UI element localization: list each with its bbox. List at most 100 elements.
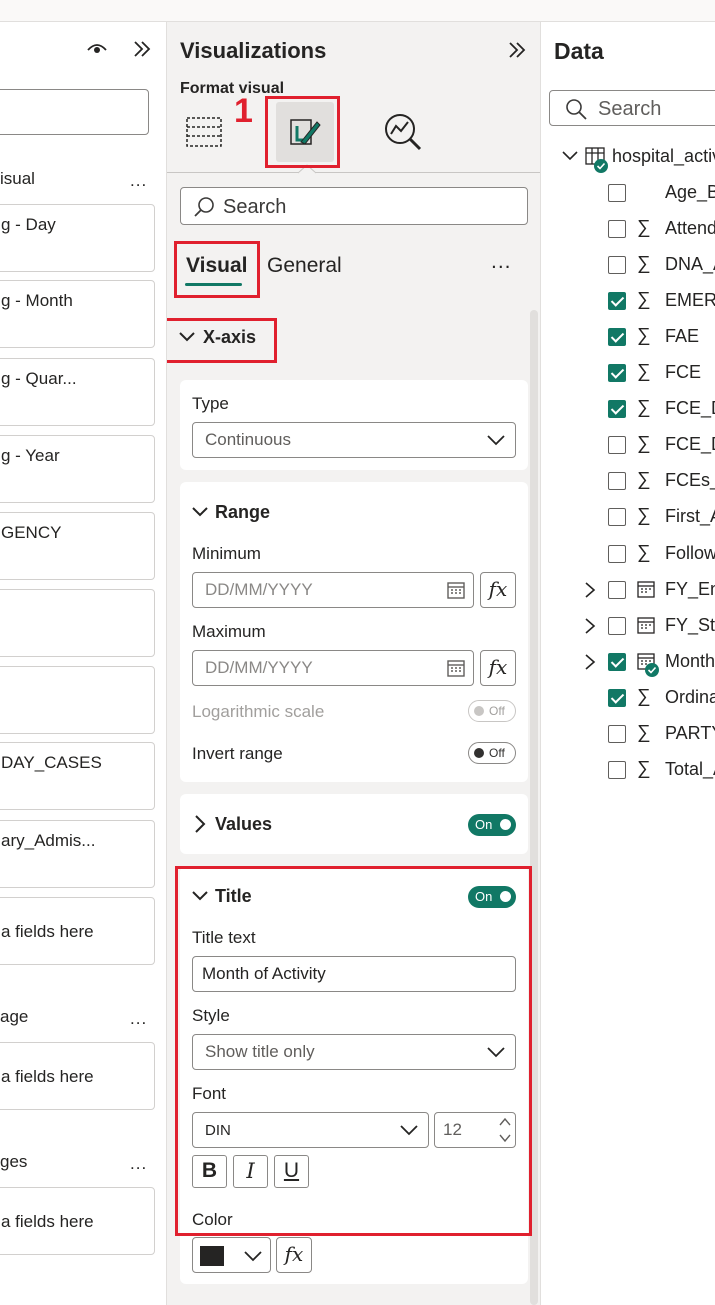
well-label: g - Month	[1, 291, 73, 310]
annotation-box-2	[174, 241, 260, 298]
table-icon	[585, 146, 611, 174]
field-row[interactable]: ∑ Follow	[541, 537, 715, 573]
chevron-right-icon[interactable]	[585, 654, 596, 670]
type-dropdown[interactable]: Continuous	[192, 422, 516, 458]
annotation-box-1	[265, 96, 340, 168]
chevron-down-icon[interactable]	[562, 151, 578, 162]
sigma-icon: ∑	[637, 469, 651, 490]
eye-icon[interactable]	[86, 38, 108, 60]
toggle-knob	[474, 748, 484, 758]
field-row[interactable]: ∑ FCE_DA	[541, 428, 715, 464]
calendar-icon[interactable]	[447, 581, 465, 599]
maximum-label: Maximum	[192, 622, 266, 641]
table-row[interactable]: hospital_activ	[541, 140, 715, 176]
fx-button[interactable]: fx	[276, 1237, 312, 1273]
calendar-icon	[637, 580, 661, 606]
field-checkbox[interactable]	[608, 617, 626, 635]
fields-search-input[interactable]	[0, 89, 149, 135]
field-row[interactable]: ∑ EMERG	[541, 284, 715, 320]
field-row[interactable]: Age_Ba	[541, 176, 715, 212]
field-well[interactable]: GENCY	[0, 512, 155, 580]
more-options-icon[interactable]: ...	[130, 171, 147, 191]
type-value: Continuous	[205, 430, 292, 449]
more-options-icon[interactable]: ...	[491, 250, 512, 274]
analytics-icon[interactable]	[383, 112, 423, 152]
field-row[interactable]: ∑ FCE_DA	[541, 392, 715, 428]
fx-button[interactable]: fx	[480, 572, 516, 608]
field-row[interactable]: ∑ FAE	[541, 320, 715, 356]
field-checkbox[interactable]	[608, 328, 626, 346]
field-checkbox[interactable]	[608, 545, 626, 563]
field-checkbox[interactable]	[608, 400, 626, 418]
field-row[interactable]: Month	[541, 645, 715, 681]
field-row[interactable]: ∑ Attend	[541, 212, 715, 248]
more-options-icon[interactable]: ...	[130, 1009, 147, 1029]
field-checkbox[interactable]	[608, 761, 626, 779]
field-name: Ordina	[665, 687, 715, 707]
minimum-date-input[interactable]: DD/MM/YYYY	[192, 572, 474, 608]
field-row[interactable]: ∑ Total_A	[541, 753, 715, 789]
field-checkbox[interactable]	[608, 220, 626, 238]
field-well[interactable]: ary_Admis...	[0, 820, 155, 888]
invert-range-toggle[interactable]: Off	[468, 742, 516, 764]
drop-zone[interactable]: a fields here	[0, 1187, 155, 1255]
field-row[interactable]: ∑ First_A	[541, 500, 715, 536]
minimum-label: Minimum	[192, 544, 261, 563]
well-label: g - Year	[1, 446, 60, 465]
chevron-right-icon	[194, 815, 206, 833]
field-well[interactable]: DAY_CASES	[0, 742, 155, 810]
chevron-right-icon[interactable]	[585, 582, 596, 598]
field-row[interactable]: ∑ DNA_A	[541, 248, 715, 284]
collapse-pane-icon[interactable]	[507, 40, 527, 60]
range-header-label: Range	[215, 502, 271, 522]
field-row[interactable]: ∑ FCE	[541, 356, 715, 392]
field-checkbox[interactable]	[608, 472, 626, 490]
field-checkbox[interactable]	[608, 256, 626, 274]
table-name: hospital_activ	[612, 146, 715, 166]
field-checkbox[interactable]	[608, 364, 626, 382]
field-well[interactable]	[0, 589, 155, 657]
field-well[interactable]: g - Quar...	[0, 358, 155, 426]
sigma-icon: ∑	[637, 217, 651, 238]
color-picker[interactable]	[192, 1237, 271, 1273]
field-well[interactable]: g - Month	[0, 280, 155, 348]
field-row[interactable]: FY_End	[541, 573, 715, 609]
maximum-date-input[interactable]: DD/MM/YYYY	[192, 650, 474, 686]
field-well[interactable]: g - Day	[0, 204, 155, 272]
type-card: Type Continuous	[180, 380, 528, 470]
more-options-icon[interactable]: ...	[130, 1154, 147, 1174]
field-checkbox[interactable]	[608, 436, 626, 454]
field-checkbox[interactable]	[608, 689, 626, 707]
field-row[interactable]: ∑ PARTY	[541, 717, 715, 753]
color-swatch	[200, 1246, 224, 1266]
drop-zone[interactable]: a fields here	[0, 897, 155, 965]
values-toggle[interactable]: On	[468, 814, 516, 836]
field-checkbox[interactable]	[608, 184, 626, 202]
chevron-right-icon[interactable]	[585, 618, 596, 634]
format-search-input[interactable]: Search	[180, 187, 528, 225]
sigma-icon: ∑	[637, 542, 651, 563]
field-checkbox[interactable]	[608, 581, 626, 599]
expand-pane-icon[interactable]	[132, 39, 152, 59]
field-row[interactable]: FY_Sta	[541, 609, 715, 645]
data-search-input[interactable]: Search	[549, 90, 715, 126]
field-checkbox[interactable]	[608, 653, 626, 671]
field-checkbox[interactable]	[608, 725, 626, 743]
field-well[interactable]	[0, 666, 155, 734]
field-well[interactable]: g - Year	[0, 435, 155, 503]
field-name: Attend	[665, 218, 715, 238]
drop-zone[interactable]: a fields here	[0, 1042, 155, 1110]
field-row[interactable]: ∑ FCEs_W	[541, 464, 715, 500]
field-row[interactable]: ∑ Ordina	[541, 681, 715, 717]
calendar-icon[interactable]	[447, 659, 465, 677]
log-scale-toggle[interactable]: Off	[468, 700, 516, 722]
build-visual-icon[interactable]	[185, 114, 223, 150]
field-checkbox[interactable]	[608, 508, 626, 526]
section-label-page: age	[0, 1007, 29, 1026]
chevron-down-icon	[192, 506, 208, 518]
tab-general[interactable]: General	[267, 254, 342, 278]
field-checkbox[interactable]	[608, 292, 626, 310]
calendar-icon	[637, 616, 661, 642]
fx-button[interactable]: fx	[480, 650, 516, 686]
field-name: PARTY	[665, 723, 715, 743]
